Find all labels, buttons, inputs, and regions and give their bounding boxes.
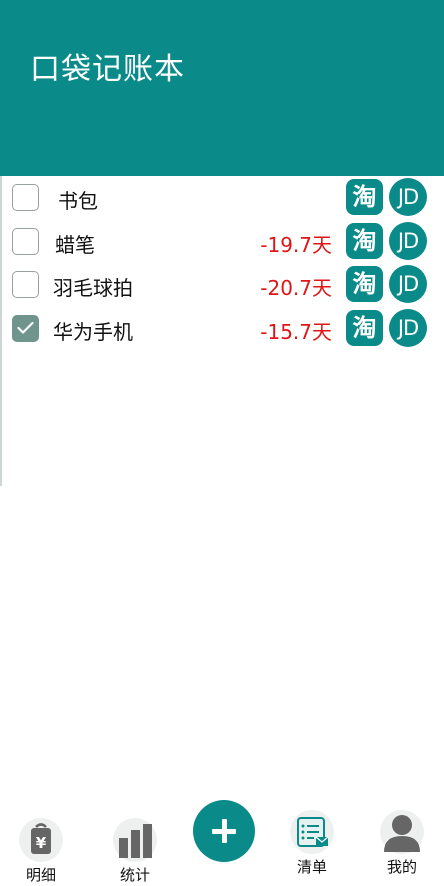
- item-days: -19.7天: [260, 233, 332, 257]
- item-days: -20.7天: [260, 276, 332, 300]
- item-checkbox[interactable]: [12, 228, 39, 255]
- tab-list[interactable]: 清单: [290, 810, 334, 877]
- jd-button[interactable]: JD: [389, 178, 427, 216]
- item-name: 羽毛球拍: [53, 276, 133, 300]
- taobao-button[interactable]: 淘: [346, 266, 383, 302]
- user-icon: [380, 810, 424, 854]
- tab-statistics[interactable]: 统计: [113, 818, 157, 885]
- taobao-button[interactable]: 淘: [346, 223, 383, 259]
- tab-label: 明细: [25, 866, 56, 884]
- item-name: 华为手机: [53, 320, 133, 344]
- bag-yen-icon: ¥: [19, 818, 63, 862]
- item-name: 蜡笔: [55, 233, 95, 257]
- item-name: 书包: [58, 189, 98, 213]
- list-item[interactable]: 华为手机 -15.7天 淘 JD: [0, 307, 444, 349]
- jd-button[interactable]: JD: [389, 265, 427, 303]
- app-header: 口袋记账本: [0, 0, 444, 176]
- list-item[interactable]: 蜡笔 -19.7天 淘 JD: [0, 220, 444, 262]
- list-item[interactable]: 书包 淘 JD: [0, 176, 444, 218]
- svg-text:¥: ¥: [36, 834, 47, 852]
- bottom-tab-bar: ¥ 明细 统计 清单 我的: [0, 798, 444, 886]
- checkmark-icon: [17, 321, 34, 334]
- bar-chart-icon: [113, 818, 157, 862]
- jd-button[interactable]: JD: [389, 309, 427, 347]
- taobao-button[interactable]: 淘: [346, 310, 383, 346]
- tab-label: 我的: [386, 858, 417, 876]
- list-item[interactable]: 羽毛球拍 -20.7天 淘 JD: [0, 263, 444, 305]
- item-checkbox[interactable]: [12, 184, 39, 211]
- jd-button[interactable]: JD: [389, 222, 427, 260]
- tab-label: 清单: [296, 858, 327, 876]
- add-button[interactable]: [193, 800, 255, 862]
- tab-profile[interactable]: 我的: [380, 810, 424, 877]
- app-title: 口袋记账本: [30, 52, 185, 87]
- list-mail-icon: [290, 810, 334, 854]
- taobao-button[interactable]: 淘: [346, 179, 383, 215]
- tab-details[interactable]: ¥ 明细: [19, 818, 63, 885]
- item-checkbox[interactable]: [12, 271, 39, 298]
- plus-icon: [212, 819, 236, 843]
- item-checkbox-checked[interactable]: [12, 315, 39, 342]
- tab-label: 统计: [119, 866, 150, 884]
- item-days: -15.7天: [260, 320, 332, 344]
